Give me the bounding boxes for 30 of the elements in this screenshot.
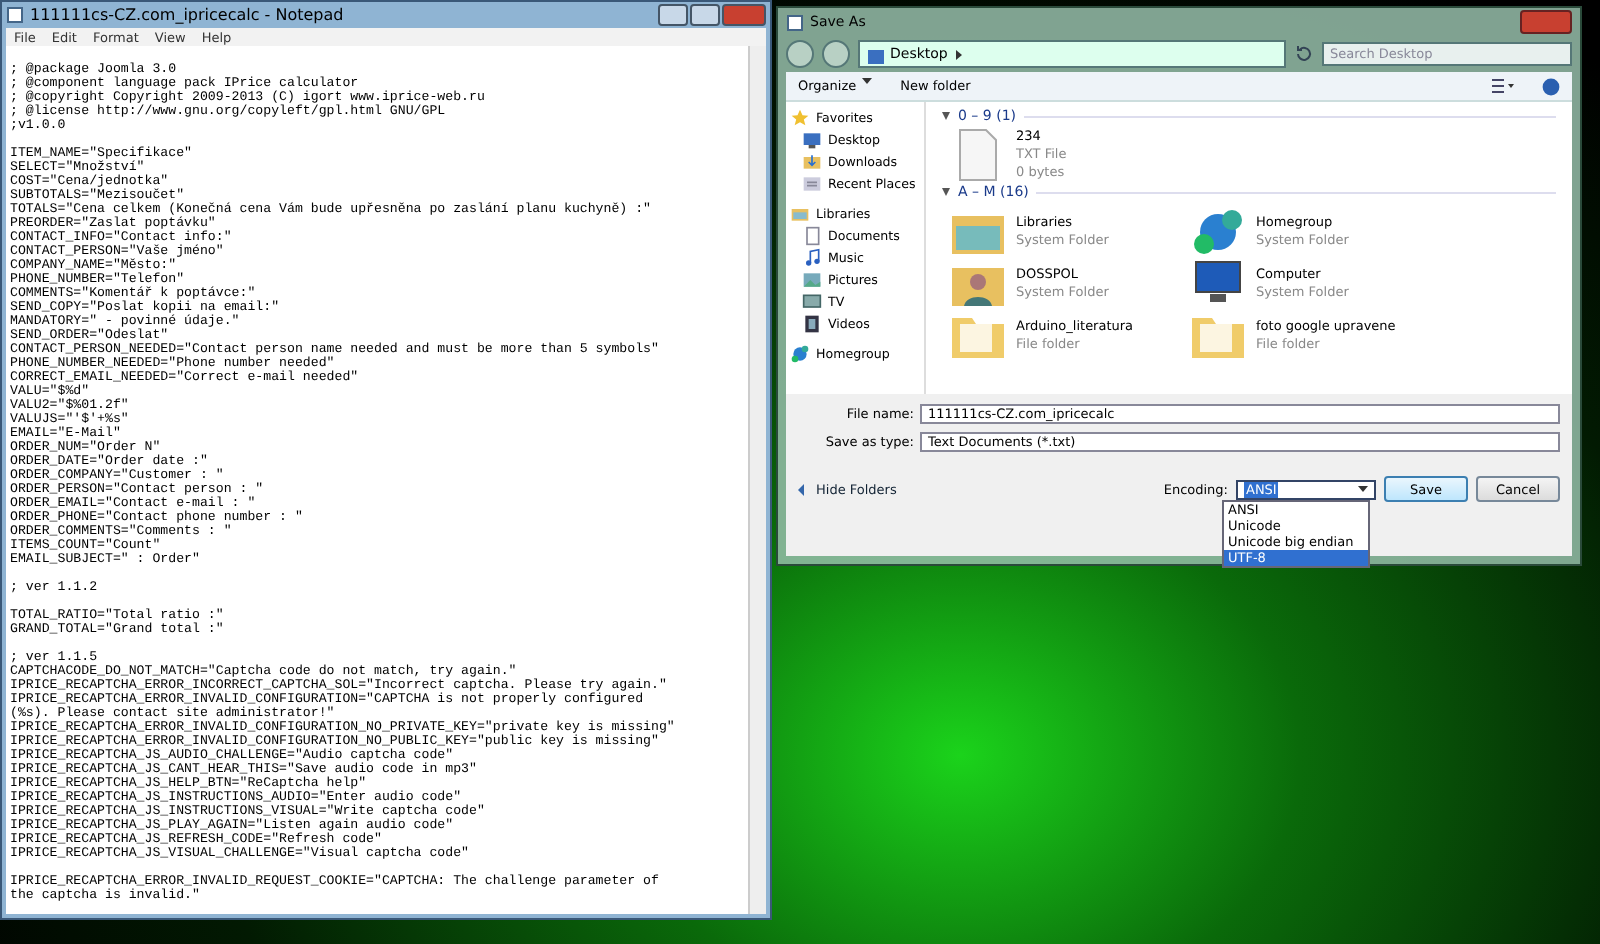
collapse-arrow-icon xyxy=(942,188,950,196)
download-folder-icon xyxy=(802,152,822,172)
help-icon xyxy=(1542,77,1560,95)
notepad-icon xyxy=(786,13,804,31)
window-title: 111111cs-CZ.com_ipricecalc - Notepad xyxy=(30,6,346,24)
collapse-arrow-icon xyxy=(942,112,950,120)
view-options-icon xyxy=(1490,77,1514,95)
forward-button[interactable] xyxy=(822,40,850,68)
notepad-icon xyxy=(6,6,24,24)
close-button[interactable] xyxy=(1520,10,1572,34)
maximize-button[interactable] xyxy=(690,4,720,26)
network-globe-icon xyxy=(790,344,810,364)
tv-icon xyxy=(802,292,822,312)
star-icon xyxy=(790,108,810,128)
film-icon xyxy=(802,314,822,334)
collapse-arrow-icon xyxy=(798,483,810,495)
music-note-icon xyxy=(802,248,822,268)
monitor-icon xyxy=(802,130,822,150)
picture-icon xyxy=(802,270,822,290)
document-icon xyxy=(802,226,822,246)
minimize-button[interactable] xyxy=(658,4,688,26)
library-icon xyxy=(790,204,810,224)
recent-places-icon xyxy=(802,174,822,194)
monitor-icon xyxy=(866,45,884,63)
scrollbar[interactable] xyxy=(748,46,766,914)
chevron-icon xyxy=(953,47,964,61)
refresh-icon xyxy=(1294,44,1314,64)
back-button[interactable] xyxy=(786,40,814,68)
caret-icon xyxy=(862,78,873,86)
caret-icon xyxy=(1358,485,1368,493)
